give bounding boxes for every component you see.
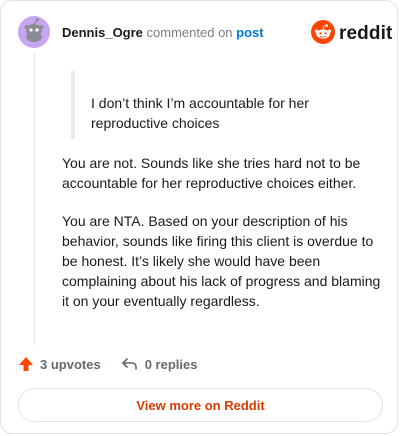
comment-action-text: commented on bbox=[146, 25, 233, 40]
embedded-comment-card: Dennis_Ogre commented on post reddit I d… bbox=[0, 0, 398, 434]
comment-paragraph-1: You are not. Sounds like she tries hard … bbox=[62, 155, 361, 191]
comment-actions: 3 upvotes 0 replies bbox=[18, 353, 197, 375]
upvote-button[interactable]: 3 upvotes bbox=[18, 356, 101, 372]
view-more-button[interactable]: View more on Reddit bbox=[18, 388, 383, 422]
reddit-logo-icon bbox=[311, 19, 335, 49]
username[interactable]: Dennis_Ogre bbox=[62, 25, 143, 40]
post-link[interactable]: post bbox=[236, 25, 263, 40]
replies-button[interactable]: 0 replies bbox=[121, 356, 198, 372]
reply-count: 0 replies bbox=[144, 356, 198, 372]
reply-arrow-icon bbox=[121, 358, 137, 370]
comment-paragraph-2: You are NTA. Based on your description o… bbox=[62, 213, 381, 309]
thread-line bbox=[34, 53, 35, 345]
snoo-avatar-icon[interactable] bbox=[18, 16, 50, 48]
upvote-count: 3 upvotes bbox=[40, 356, 101, 372]
reddit-brand[interactable]: reddit bbox=[311, 19, 393, 49]
reddit-wordmark: reddit bbox=[339, 23, 393, 44]
upvote-arrow-icon bbox=[19, 357, 33, 371]
comment-header: Dennis_Ogre commented on post bbox=[62, 25, 264, 40]
quoted-text: I don’t think I’m accountable for her re… bbox=[71, 71, 371, 139]
